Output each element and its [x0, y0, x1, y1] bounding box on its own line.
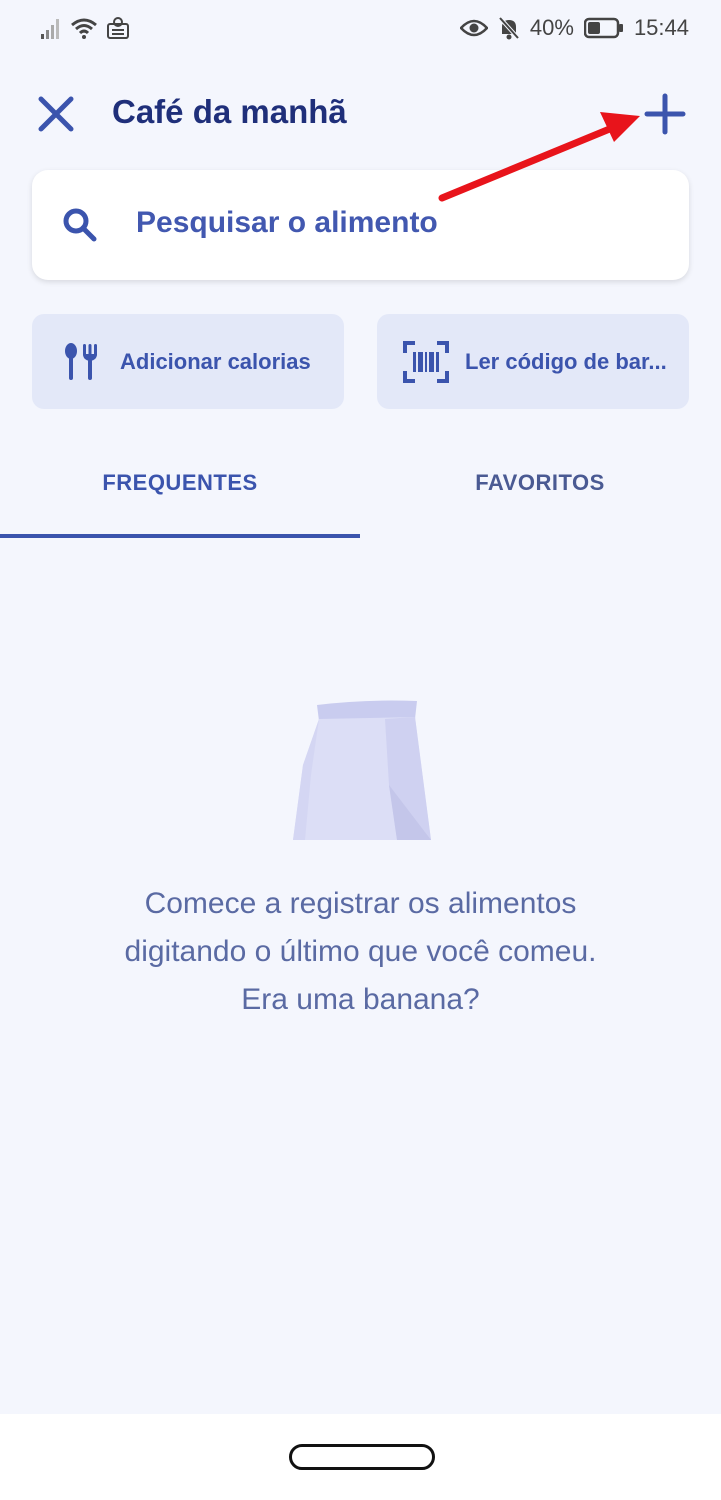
clock: 15:44 [633, 15, 689, 40]
scan-barcode-button[interactable]: Ler código de bar... [377, 314, 689, 409]
status-bar: 40% 15:44 [0, 0, 721, 58]
battery-percent: 40% [529, 15, 574, 40]
notification-icon [107, 17, 129, 39]
tab-favoritos[interactable]: FAVORITOS [360, 470, 720, 538]
paper-bag-illustration [293, 700, 431, 840]
battery-icon [583, 17, 623, 39]
tab-indicator [0, 534, 360, 538]
bell-off-icon [498, 16, 520, 40]
close-icon [38, 96, 74, 132]
tab-frequentes-label: FREQUENTES [102, 470, 258, 495]
status-right: 40% 15:44 [459, 14, 689, 42]
cutlery-icon [58, 339, 104, 385]
eye-icon [459, 19, 488, 37]
add-calories-label: Adicionar calorias [120, 348, 311, 374]
add-calories-button[interactable]: Adicionar calorias [32, 314, 344, 409]
empty-state-line-3: Era uma banana? [241, 983, 480, 1016]
empty-state-line-1: Comece a registrar os alimentos [144, 887, 577, 920]
tab-frequentes[interactable]: FREQUENTES [0, 470, 360, 538]
tab-favoritos-label: FAVORITOS [475, 470, 605, 495]
page-title: Café da manhã [112, 93, 347, 130]
search-icon [63, 208, 97, 242]
empty-state-line-2: digitando o último que você comeu. [124, 935, 597, 968]
empty-state-message: Comece a registrar os alimentos digitand… [60, 880, 661, 1024]
close-button[interactable] [30, 88, 82, 140]
home-gesture-handle[interactable] [289, 1444, 435, 1470]
search-placeholder: Pesquisar o alimento [136, 206, 438, 239]
scan-barcode-label: Ler código de bar... [465, 348, 667, 374]
barcode-icon [403, 339, 449, 385]
add-food-button[interactable] [637, 86, 693, 142]
status-left [40, 16, 130, 40]
plus-icon [644, 93, 686, 135]
wifi-icon [71, 18, 97, 39]
signal-icon [41, 19, 59, 39]
